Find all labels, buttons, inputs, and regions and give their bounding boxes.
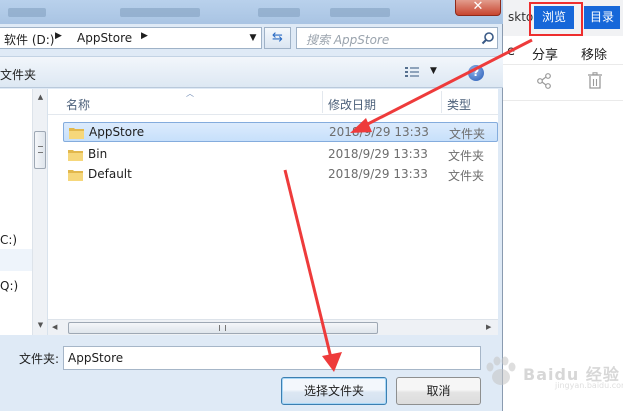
share-icon[interactable] xyxy=(536,73,552,89)
select-folder-button[interactable]: 选择文件夹 xyxy=(281,377,387,405)
file-name: Bin xyxy=(88,147,108,161)
file-row-bin[interactable]: Bin 2018/9/29 13:33 文件夹 xyxy=(63,145,498,165)
nav-scroll-thumb[interactable] xyxy=(34,131,46,169)
breadcrumb-drive[interactable]: 软件 (D:) xyxy=(4,31,54,48)
column-type[interactable]: 类型 xyxy=(447,96,471,113)
file-type: 文件夹 xyxy=(448,169,485,183)
file-type: 文件夹 xyxy=(448,149,485,163)
file-type: 文件夹 xyxy=(449,127,486,141)
title-ghost-text xyxy=(120,8,200,17)
title-ghost-text xyxy=(330,8,390,17)
search-icon[interactable] xyxy=(481,31,495,45)
column-date[interactable]: 修改日期 xyxy=(328,96,376,113)
search-placeholder: 搜索 AppStore xyxy=(306,33,390,47)
address-dropdown-icon[interactable]: ▼ xyxy=(246,30,260,46)
divider xyxy=(503,64,623,65)
grip-icon xyxy=(38,146,43,153)
sort-ascending-icon: ︿ xyxy=(186,89,194,98)
app-side-panel: skto 浏览 目录 e 分享 移除 xyxy=(503,0,623,411)
share-label: 分享 xyxy=(532,48,559,63)
new-folder-button[interactable]: 文件夹 xyxy=(0,66,36,83)
nav-item-c-drive[interactable]: C:) xyxy=(0,233,17,247)
folder-icon xyxy=(68,170,83,181)
view-dropdown-icon[interactable]: ▼ xyxy=(430,66,437,76)
scroll-up-icon[interactable]: ▲ xyxy=(33,93,48,103)
panel-header: skto 浏览 目录 xyxy=(503,0,623,36)
baidu-jingyan-watermark: Baidu 经验 jingyan.baidu.com xyxy=(475,351,623,391)
file-name: Default xyxy=(88,167,132,181)
horizontal-scrollbar[interactable]: ◀ ▶ xyxy=(48,319,498,335)
folder-picker-dialog: ✕ 软件 (D:) ▶ AppStore ▶ ▼ ⇆ 搜索 AppStore 文… xyxy=(0,0,503,411)
nav-selected-row xyxy=(0,249,32,271)
command-bar: 文件夹 ▼ ? xyxy=(0,56,503,88)
close-icon: ✕ xyxy=(472,0,484,14)
folder-field-label: 文件夹: xyxy=(19,352,60,366)
panel-partial-label: e xyxy=(507,44,515,59)
file-row-appstore[interactable]: AppStore 2018/9/29 13:33 文件夹 xyxy=(63,122,498,142)
title-ghost-text xyxy=(8,8,46,17)
address-bar[interactable]: 软件 (D:) ▶ AppStore ▶ ▼ xyxy=(0,27,262,49)
folder-icon xyxy=(69,128,84,139)
grip-icon xyxy=(219,325,226,331)
close-button[interactable]: ✕ xyxy=(455,0,501,16)
breadcrumb-folder[interactable]: AppStore xyxy=(77,31,132,45)
column-name[interactable]: 名称 xyxy=(66,96,90,113)
column-divider[interactable] xyxy=(441,91,442,113)
folder-icon xyxy=(68,150,83,161)
remove-label: 移除 xyxy=(581,48,608,63)
view-options-icon[interactable] xyxy=(404,66,420,79)
horizontal-scroll-thumb[interactable] xyxy=(68,322,378,334)
nav-item-q-drive[interactable]: Q:) xyxy=(0,279,18,293)
breadcrumb-chevron-icon[interactable]: ▶ xyxy=(55,31,62,41)
folder-name-input[interactable]: AppStore xyxy=(63,346,481,370)
scroll-left-icon[interactable]: ◀ xyxy=(52,323,57,331)
title-bar: ✕ xyxy=(0,0,503,24)
nav-scrollbar[interactable]: ▲ ▼ xyxy=(32,89,47,335)
search-input[interactable]: 搜索 AppStore xyxy=(296,27,498,49)
file-date: 2018/9/29 13:33 xyxy=(328,147,428,161)
refresh-icon: ⇆ xyxy=(272,30,283,45)
navigation-pane: C:) Q:) ▲ ▼ xyxy=(0,89,48,335)
file-name: AppStore xyxy=(89,125,145,139)
watermark-url: jingyan.baidu.com xyxy=(555,381,623,390)
file-row-default[interactable]: Default 2018/9/29 13:33 文件夹 xyxy=(63,165,498,185)
title-ghost-text xyxy=(258,8,300,17)
cancel-button[interactable]: 取消 xyxy=(396,377,481,405)
divider xyxy=(503,100,623,101)
file-list: ︿ 名称 修改日期 类型 AppStore 2018/9/29 13:33 文件… xyxy=(48,89,498,335)
scroll-right-icon[interactable]: ▶ xyxy=(486,323,491,331)
trash-icon[interactable] xyxy=(587,72,603,90)
scroll-down-icon[interactable]: ▼ xyxy=(33,321,48,331)
column-divider[interactable] xyxy=(322,91,323,113)
catalog-button[interactable]: 目录 xyxy=(584,6,620,29)
column-header: ︿ 名称 修改日期 类型 xyxy=(48,89,498,115)
browse-highlight-box xyxy=(529,2,583,36)
file-date: 2018/9/29 13:33 xyxy=(328,167,428,181)
paw-logo-icon xyxy=(486,356,516,385)
breadcrumb-chevron-icon[interactable]: ▶ xyxy=(141,31,148,41)
help-icon[interactable]: ? xyxy=(468,65,484,81)
refresh-button[interactable]: ⇆ xyxy=(264,27,291,49)
file-date: 2018/9/29 13:33 xyxy=(329,125,429,139)
